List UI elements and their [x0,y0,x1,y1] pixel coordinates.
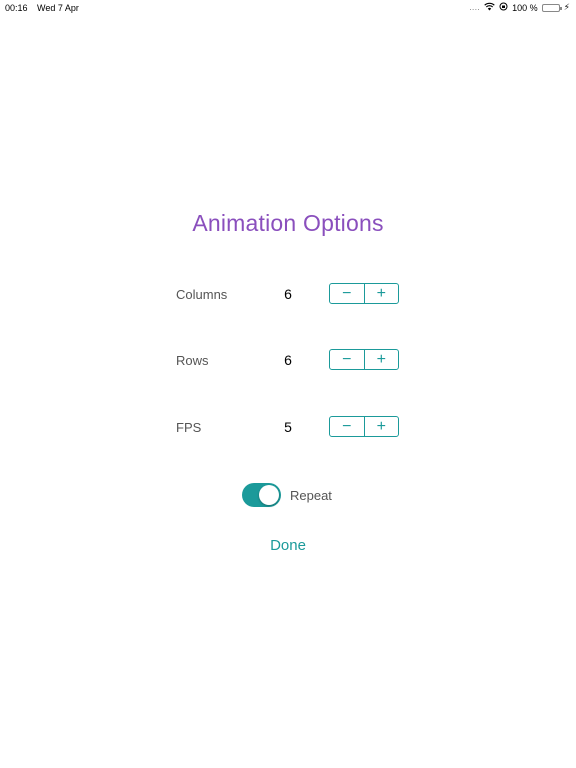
increment-button[interactable]: + [365,350,399,369]
rows-stepper: − + [329,349,399,370]
wifi-icon [484,2,495,13]
option-label: Columns [176,287,228,302]
battery-percent: 100 % [512,2,538,13]
option-value: 5 [284,419,292,435]
option-row-fps: FPS 5 − + [0,413,576,443]
repeat-row: Repeat [242,482,332,508]
option-row-rows: Rows 6 − + [0,346,576,376]
animation-options-screen: 00:16 Wed 7 Apr .... 100 % ⚡ Animation O… [0,0,576,768]
status-indicators: .... 100 % ⚡ [469,2,570,13]
page-title: Animation Options [192,210,384,236]
signal-icon: .... [469,3,481,12]
battery-icon [541,3,562,12]
status-date: Wed 7 Apr [37,3,79,13]
fps-stepper: − + [329,416,399,437]
done-button[interactable]: Done [0,537,576,554]
orientation-lock-icon [499,2,508,13]
status-time: 00:16 [5,3,28,13]
increment-button[interactable]: + [365,284,399,303]
option-row-columns: Columns 6 − + [0,280,576,310]
repeat-toggle[interactable] [242,483,281,507]
decrement-button[interactable]: − [330,284,364,303]
decrement-button[interactable]: − [330,350,364,369]
toggle-knob [259,485,279,505]
decrement-button[interactable]: − [330,417,364,436]
columns-stepper: − + [329,283,399,304]
charging-icon: ⚡ [563,2,570,12]
option-label: FPS [176,420,202,435]
option-label: Rows [176,353,209,368]
status-bar: 00:16 Wed 7 Apr .... 100 % ⚡ [0,0,576,16]
repeat-label: Repeat [290,487,332,503]
option-value: 6 [284,352,292,368]
option-value: 6 [284,286,292,302]
increment-button[interactable]: + [365,417,399,436]
